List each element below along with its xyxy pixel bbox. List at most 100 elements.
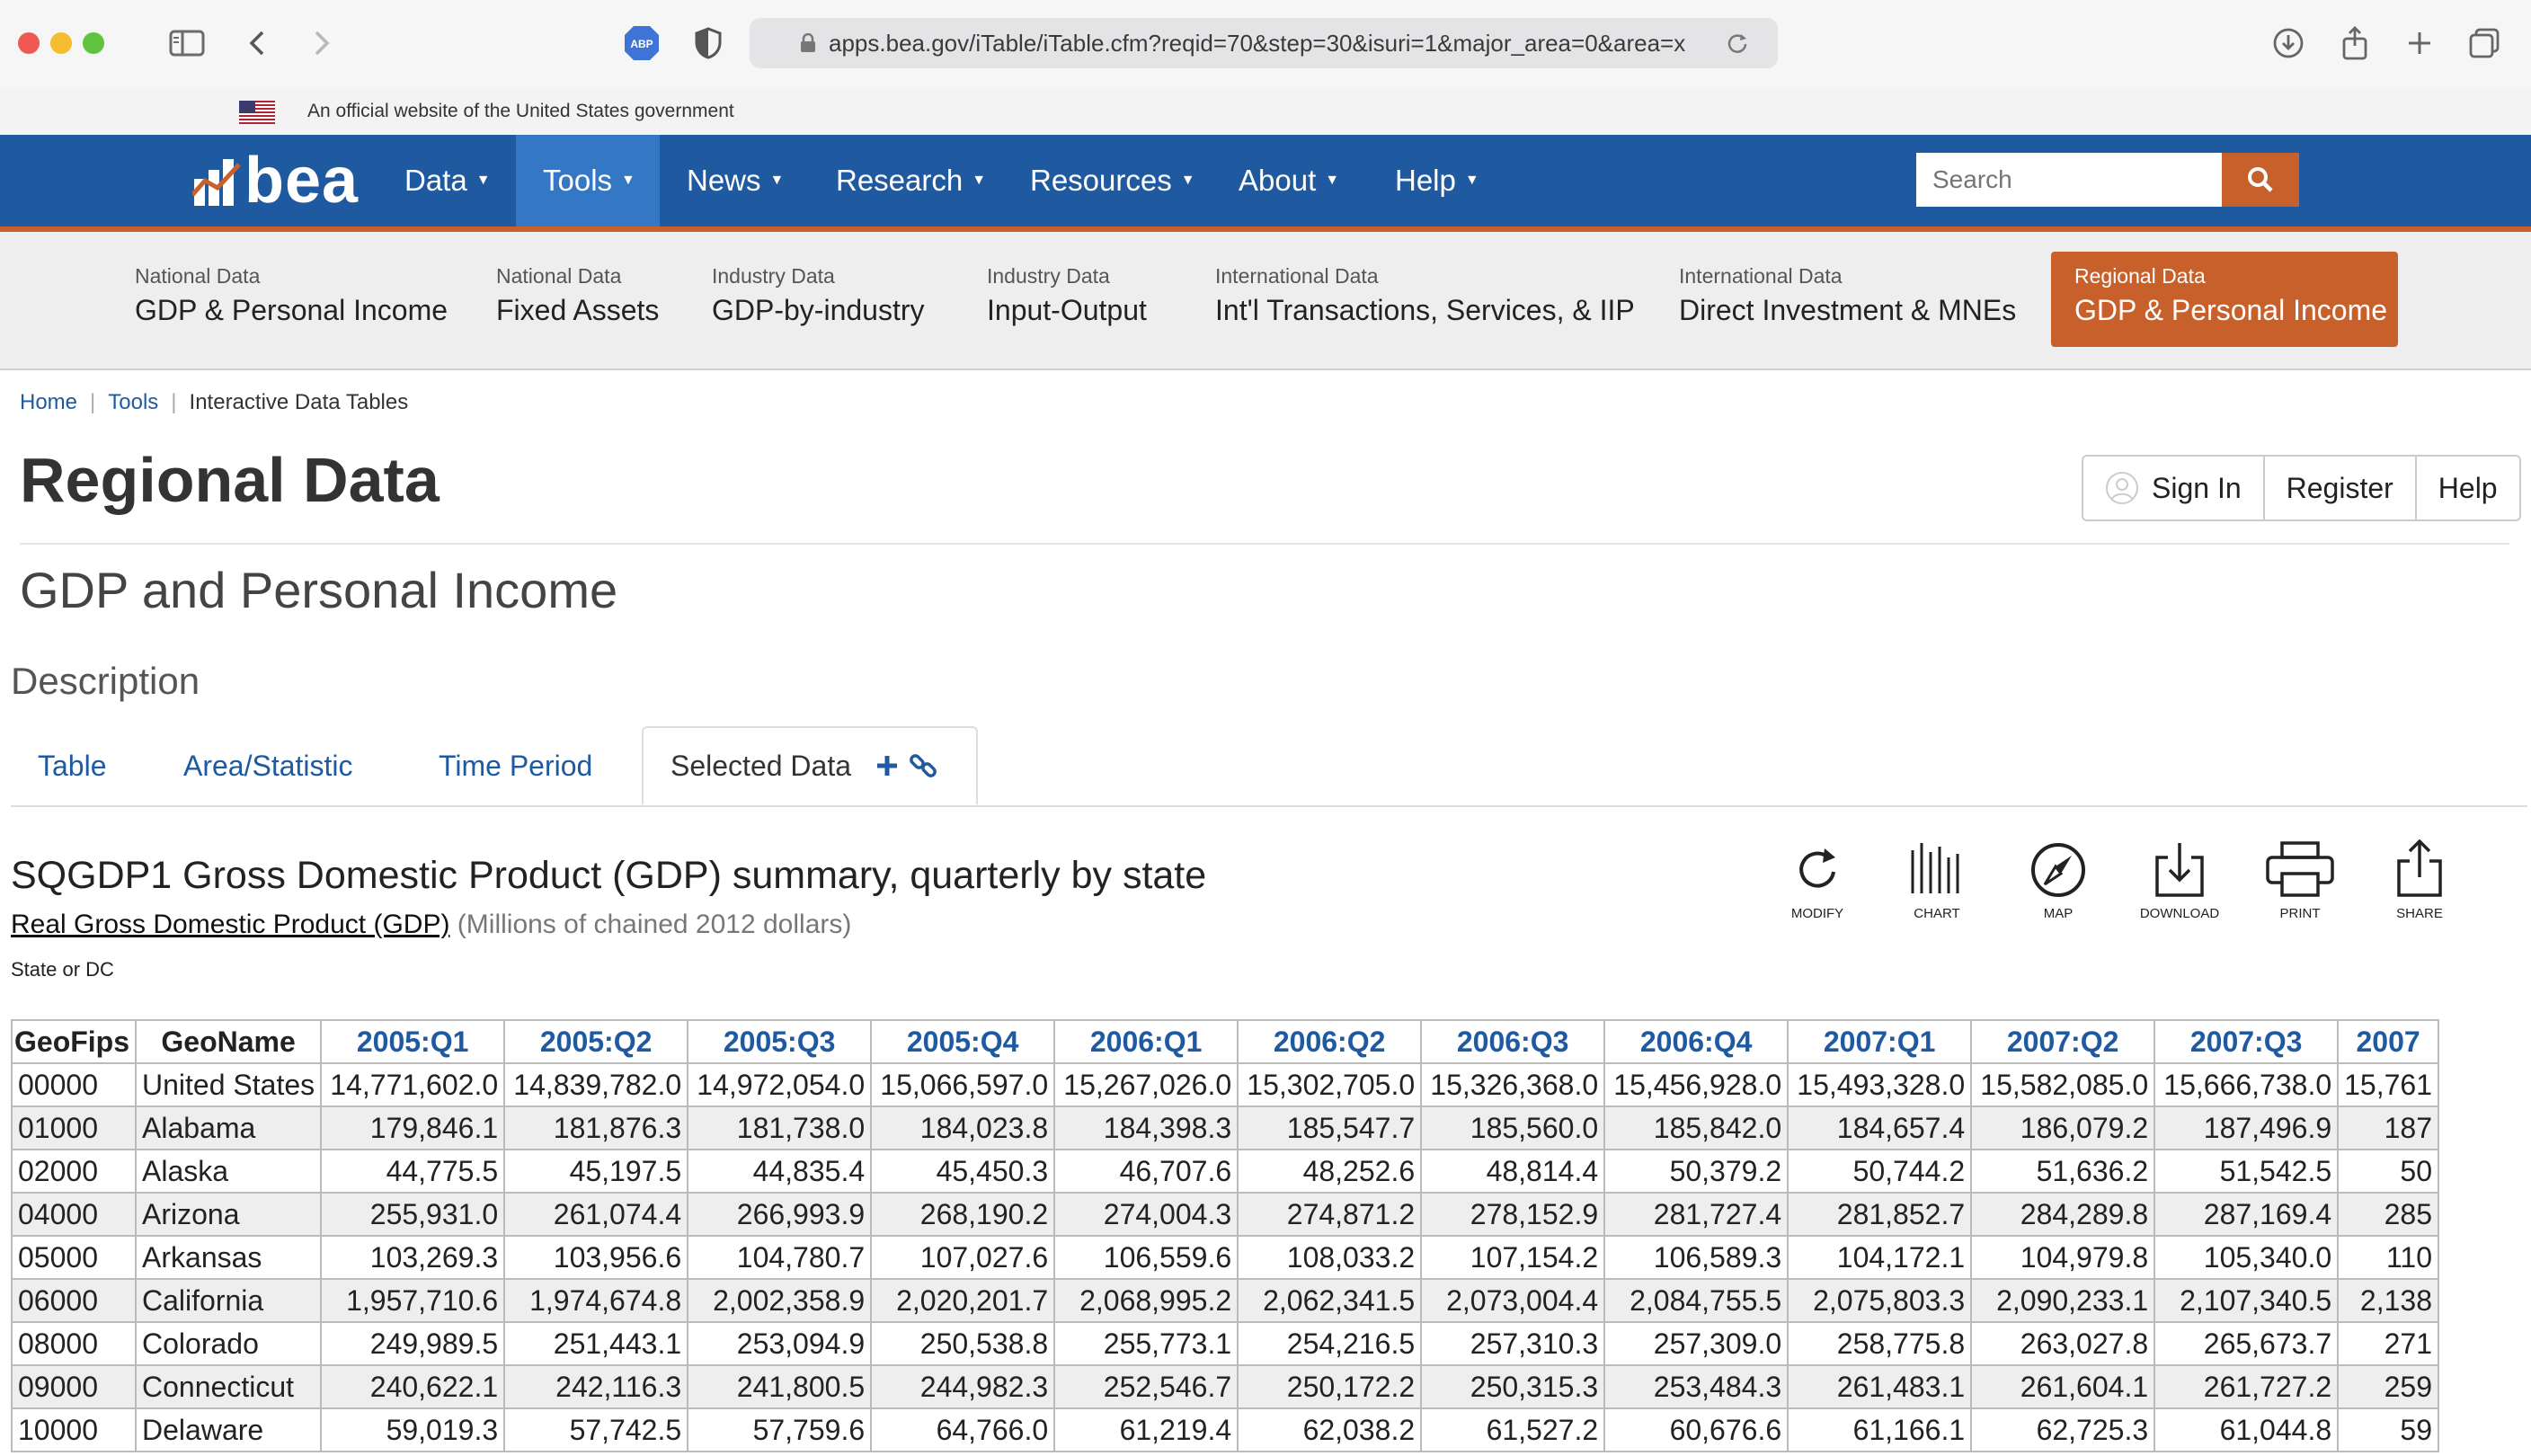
register-button[interactable]: Register [2265, 457, 2417, 519]
share-icon[interactable] [2337, 22, 2373, 65]
cell-value: 253,484.3 [1603, 1364, 1789, 1409]
cell-value: 15,582,085.0 [1970, 1062, 2156, 1107]
column-header-period[interactable]: 2006:Q1 [1053, 1019, 1239, 1064]
subnav-category: International Data [1679, 264, 1843, 288]
data-table-container[interactable]: GeoFips GeoName 2005:Q1 2005:Q2 2005:Q3 200… [0, 1007, 2531, 1456]
modify-button[interactable]: MODIFY [1759, 839, 1876, 921]
column-header-period[interactable]: 2007:Q3 [2154, 1019, 2340, 1064]
chart-button[interactable]: CHART [1878, 839, 1995, 921]
subnav-input-output[interactable]: Industry Data Input-Output [964, 252, 1170, 347]
column-header-period[interactable]: 2006:Q4 [1603, 1019, 1789, 1064]
cell-value: 62,038.2 [1237, 1407, 1423, 1452]
nav-news[interactable]: News ▼ [660, 135, 811, 226]
subnav-direct-investment[interactable]: International Data Direct Investment & MN… [1656, 252, 2039, 347]
auth-buttons: Sign In Register Help [2082, 455, 2521, 521]
minimize-window-button[interactable] [50, 32, 72, 54]
tab-selected-data[interactable]: Selected Data [642, 726, 978, 805]
bea-logo-text: bea [244, 145, 360, 217]
chart-label: CHART [1914, 906, 1960, 921]
cell-geofips: 10000 [10, 1407, 138, 1452]
forward-icon[interactable] [306, 22, 338, 65]
description-toggle[interactable]: Description [11, 660, 200, 703]
cell-value: 261,074.4 [503, 1192, 689, 1237]
column-header-period[interactable]: 2006:Q3 [1420, 1019, 1606, 1064]
column-header-period[interactable]: 2005:Q2 [503, 1019, 689, 1064]
cell-value: 15,761 [2337, 1062, 2439, 1107]
download-icon[interactable] [2270, 22, 2306, 65]
breadcrumb-home[interactable]: Home [20, 390, 77, 414]
register-label: Register [2286, 471, 2393, 504]
column-header-period[interactable]: 2007:Q2 [1970, 1019, 2156, 1064]
nav-tools[interactable]: Tools ▼ [516, 135, 660, 226]
nav-label: Help [1395, 164, 1456, 197]
tab-area-statistic[interactable]: Area/Statistic [183, 726, 353, 805]
subnav-intl-transactions[interactable]: International Data Int'l Transactions, Se… [1192, 252, 1658, 347]
subnav-national-gdp[interactable]: National Data GDP & Personal Income [111, 252, 471, 347]
cell-value: 268,190.2 [870, 1192, 1056, 1237]
column-header-period[interactable]: 2007 [2337, 1019, 2439, 1064]
table-row: 05000 Arkansas 103,269.3 103,956.6 104,780.7… [10, 1235, 2439, 1280]
cell-value: 250,538.8 [870, 1321, 1056, 1366]
nav-about[interactable]: About ▼ [1212, 135, 1366, 226]
adblock-icon[interactable]: ABP [622, 22, 662, 65]
column-header-geoname[interactable]: GeoName [135, 1019, 323, 1064]
subnav-label: Input-Output [987, 294, 1147, 326]
caret-down-icon: ▼ [972, 173, 987, 188]
back-icon[interactable] [241, 22, 273, 65]
nav-label: About [1239, 164, 1317, 197]
nav-help[interactable]: Help ▼ [1368, 135, 1506, 226]
tab-table[interactable]: Table [38, 726, 107, 805]
column-header-period[interactable]: 2005:Q1 [320, 1019, 506, 1064]
cell-geofips: 02000 [10, 1149, 138, 1194]
map-button[interactable]: MAP [2000, 839, 2117, 921]
column-header-period[interactable]: 2007:Q1 [1787, 1019, 1973, 1064]
cell-value: 185,560.0 [1420, 1105, 1606, 1150]
column-header-period[interactable]: 2005:Q3 [687, 1019, 873, 1064]
search-input[interactable] [1916, 153, 2222, 207]
link-icon[interactable] [909, 751, 937, 780]
nav-research[interactable]: Research ▼ [809, 135, 1013, 226]
reload-icon[interactable] [1726, 31, 1749, 55]
cell-value: 185,547.7 [1237, 1105, 1423, 1150]
subnav-label: Fixed Assets [496, 294, 660, 326]
privacy-shield-icon[interactable] [688, 22, 728, 65]
cell-value: 15,302,705.0 [1237, 1062, 1423, 1107]
cell-value: 57,759.6 [687, 1407, 873, 1452]
download-button[interactable]: DOWNLOAD [2121, 839, 2238, 921]
nav-resources[interactable]: Resources ▼ [1003, 135, 1222, 226]
sign-in-button[interactable]: Sign In [2083, 457, 2265, 519]
sidebar-toggle-icon[interactable] [162, 22, 212, 65]
nav-data[interactable]: Data ▼ [377, 135, 518, 226]
zoom-window-button[interactable] [83, 32, 104, 54]
cell-value: 50,744.2 [1787, 1149, 1973, 1194]
cell-geoname: Arkansas [135, 1235, 323, 1280]
share-button[interactable]: SHARE [2361, 839, 2478, 921]
plus-icon[interactable] [875, 753, 900, 778]
address-bar[interactable]: apps.bea.gov/iTable/iTable.cfm?reqid=70&… [750, 18, 1778, 68]
help-button[interactable]: Help [2417, 457, 2519, 519]
table-body: 00000 United States 14,771,602.0 14,839,782… [10, 1062, 2439, 1452]
measure-link[interactable]: Real Gross Domestic Product (GDP) [11, 910, 449, 939]
subnav-regional-gdp[interactable]: Regional Data GDP & Personal Income [2051, 252, 2398, 347]
cell-value: 103,956.6 [503, 1235, 689, 1280]
cell-value: 107,154.2 [1420, 1235, 1606, 1280]
bea-logo[interactable]: bea [192, 145, 359, 217]
subnav-fixed-assets[interactable]: National Data Fixed Assets [473, 252, 682, 347]
search-button[interactable] [2222, 153, 2299, 207]
column-header-period[interactable]: 2005:Q4 [870, 1019, 1056, 1064]
cell-value: 265,673.7 [2154, 1321, 2340, 1366]
tab-overview-icon[interactable] [2466, 22, 2502, 65]
column-header-period[interactable]: 2006:Q2 [1237, 1019, 1423, 1064]
column-header-geofips[interactable]: GeoFips [10, 1019, 138, 1064]
print-button[interactable]: PRINT [2242, 839, 2358, 921]
tab-time-period[interactable]: Time Period [439, 726, 592, 805]
cell-value: 15,066,597.0 [870, 1062, 1056, 1107]
cell-value: 2,090,233.1 [1970, 1278, 2156, 1323]
subnav-gdp-by-industry[interactable]: Industry Data GDP-by-industry [688, 252, 948, 347]
new-tab-icon[interactable] [2402, 22, 2438, 65]
close-window-button[interactable] [18, 32, 40, 54]
breadcrumb-tools[interactable]: Tools [108, 390, 158, 414]
cell-value: 250,172.2 [1237, 1364, 1423, 1409]
url-text: apps.bea.gov/iTable/iTable.cfm?reqid=70&… [829, 29, 1686, 57]
cell-value: 184,398.3 [1053, 1105, 1239, 1150]
